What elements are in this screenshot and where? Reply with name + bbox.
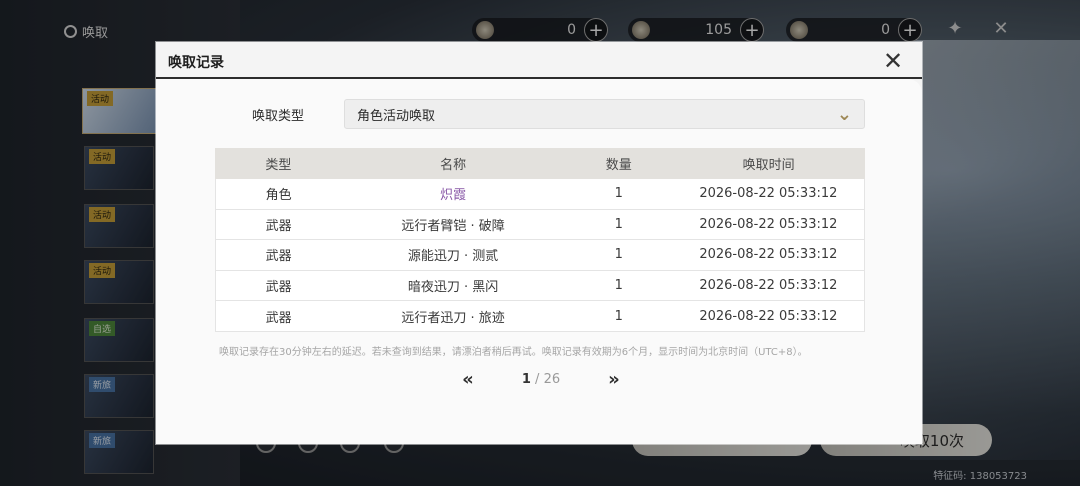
table-header-row: 类型 名称 数量 唤取时间 (215, 148, 865, 179)
table-row: 武器 暗夜迅刀 · 黑闪 1 2026-08-22 05:33:12 (215, 270, 865, 302)
dialog-header: 唤取记录 ✕ (156, 42, 922, 79)
history-table: 类型 名称 数量 唤取时间 角色 炽霞 1 2026-08-22 05:33:1… (215, 148, 865, 332)
delay-note: 唤取记录存在30分钟左右的延迟。若未查询到结果，请漂泊者稍后再试。唤取记录有效期… (219, 347, 808, 358)
cell-qty: 1 (564, 239, 673, 271)
cell-time: 2026-08-22 05:33:12 (672, 239, 865, 271)
cell-name: 远行者臂铠 · 破障 (341, 209, 565, 241)
cell-qty: 1 (564, 270, 673, 302)
cell-type: 武器 (215, 209, 342, 241)
current-page: 1 (521, 371, 531, 387)
cell-name: 暗夜迅刀 · 黑闪 (341, 270, 565, 302)
cell-qty: 1 (564, 300, 673, 332)
table-row: 角色 炽霞 1 2026-08-22 05:33:12 (215, 178, 865, 210)
prev-page-button[interactable]: « (456, 369, 480, 390)
next-page-button[interactable]: » (602, 369, 626, 390)
cell-qty: 1 (564, 209, 673, 241)
table-row: 武器 源能迅刀 · 测贰 1 2026-08-22 05:33:12 (215, 239, 865, 271)
cell-time: 2026-08-22 05:33:12 (672, 270, 865, 302)
cell-name: 远行者迅刀 · 旅迹 (341, 300, 565, 332)
close-icon[interactable]: ✕ (880, 48, 906, 74)
cell-qty: 1 (564, 178, 673, 210)
cell-type: 武器 (215, 300, 342, 332)
column-header: 类型 (215, 148, 342, 179)
convene-type-value: 角色活动唤取 (357, 108, 436, 124)
chevron-down-icon: ⌄ (836, 104, 852, 125)
dialog-title: 唤取记录 (168, 55, 224, 71)
convene-type-label: 唤取类型 (252, 109, 305, 124)
cell-time: 2026-08-22 05:33:12 (672, 178, 865, 210)
total-pages: 26 (543, 371, 561, 387)
column-header: 唤取时间 (672, 148, 865, 179)
page-indicator: 1 / 26 (522, 372, 560, 387)
cell-time: 2026-08-22 05:33:12 (672, 300, 865, 332)
convene-type-select[interactable]: 角色活动唤取 ⌄ (344, 99, 865, 129)
cell-type: 角色 (215, 178, 342, 210)
cell-type: 武器 (215, 270, 342, 302)
cell-name: 炽霞 (341, 178, 565, 210)
dialog-body: 唤取类型 角色活动唤取 ⌄ 类型 名称 数量 唤取时间 角色 炽霞 1 2026… (156, 79, 922, 444)
column-header: 名称 (340, 148, 566, 179)
column-header: 数量 (564, 148, 674, 179)
cell-type: 武器 (215, 239, 342, 271)
page-separator: / (535, 371, 540, 387)
cell-name: 源能迅刀 · 测贰 (341, 239, 565, 271)
table-row: 武器 远行者臂铠 · 破障 1 2026-08-22 05:33:12 (215, 209, 865, 241)
table-row: 武器 远行者迅刀 · 旅迹 1 2026-08-22 05:33:12 (215, 300, 865, 332)
pagination: « 1 / 26 » (456, 366, 626, 392)
convene-history-dialog: 唤取记录 ✕ 唤取类型 角色活动唤取 ⌄ 类型 名称 数量 唤取时间 角色 炽霞 (156, 42, 922, 444)
cell-time: 2026-08-22 05:33:12 (672, 209, 865, 241)
